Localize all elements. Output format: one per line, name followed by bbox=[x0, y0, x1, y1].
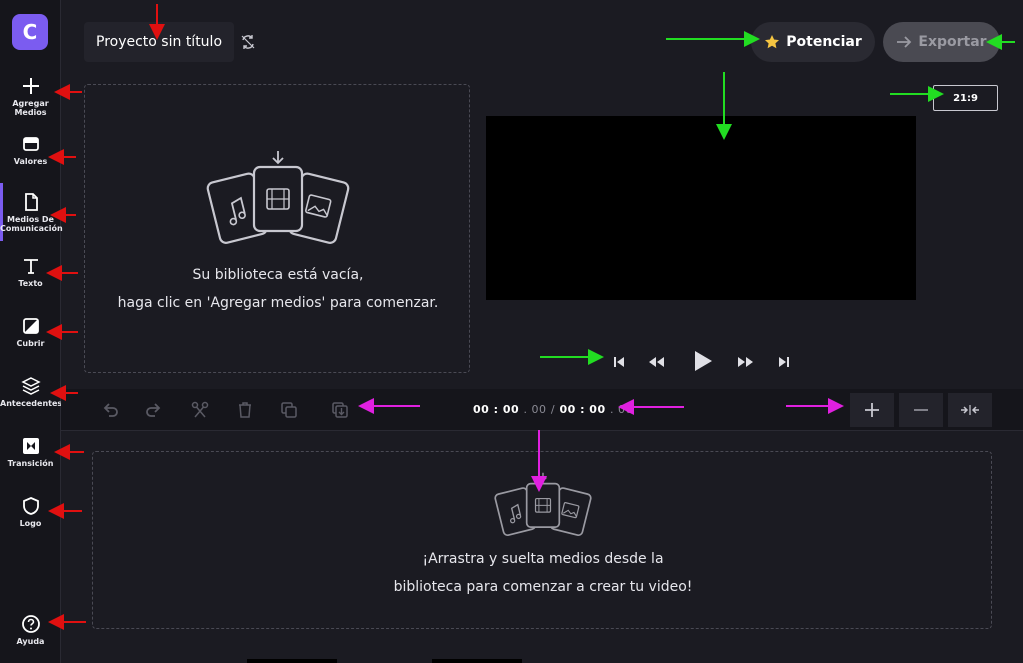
fit-icon bbox=[961, 405, 979, 415]
sidebar-item-antecedentes[interactable]: Antecedentes bbox=[0, 376, 63, 408]
project-title: Proyecto sin título bbox=[96, 34, 223, 50]
exportar-button[interactable]: Exportar bbox=[883, 22, 1000, 62]
play-icon[interactable] bbox=[692, 349, 714, 373]
sidebar-item-cubrir[interactable]: Cubrir bbox=[0, 316, 61, 348]
timecode-display: 00 : 00 . 00 / 00 : 00 . 00 bbox=[473, 403, 633, 416]
help-icon bbox=[21, 615, 40, 633]
potenciar-button[interactable]: Potenciar bbox=[751, 22, 875, 62]
skip-forward-icon[interactable] bbox=[777, 355, 791, 369]
sidebar-item-label: Antecedentes bbox=[0, 399, 63, 408]
plus-icon bbox=[22, 78, 39, 94]
sidebar-item-texto[interactable]: Texto bbox=[0, 256, 61, 288]
video-preview bbox=[486, 116, 916, 300]
sidebar-item-label: Texto bbox=[18, 279, 43, 288]
media-library-dropzone[interactable]: Su biblioteca está vacía, haga clic en '… bbox=[84, 84, 470, 373]
file-icon bbox=[24, 193, 38, 211]
sidebar-item-ayuda[interactable]: Ayuda bbox=[0, 614, 61, 646]
text-icon bbox=[23, 259, 38, 274]
rewind-icon[interactable] bbox=[647, 355, 665, 369]
split-icon[interactable] bbox=[191, 401, 209, 419]
media-illustration-icon bbox=[206, 151, 350, 244]
download-to-timeline-icon[interactable] bbox=[331, 401, 349, 419]
sidebar-item-label: Transición bbox=[7, 459, 54, 468]
sidebar-item-label: Ayuda bbox=[16, 637, 45, 646]
duplicate-icon[interactable] bbox=[280, 401, 298, 419]
sidebar-item-label: Logo bbox=[19, 519, 42, 528]
scroll-indicator bbox=[247, 659, 337, 663]
transition-icon bbox=[22, 438, 39, 454]
undo-icon[interactable] bbox=[101, 401, 119, 419]
sidebar-item-logo[interactable]: Logo bbox=[0, 496, 61, 528]
timeline-dropzone[interactable]: ¡Arrastra y suelta medios desde la bibli… bbox=[92, 451, 992, 629]
shield-icon bbox=[22, 497, 39, 515]
sidebar-item-valores[interactable]: Valores bbox=[0, 134, 61, 166]
sync-icon[interactable] bbox=[240, 34, 256, 50]
skip-back-icon[interactable] bbox=[612, 355, 626, 369]
app-logo[interactable]: C bbox=[12, 14, 48, 50]
aspect-ratio-button[interactable]: 21:9 bbox=[933, 85, 998, 111]
library-empty-message: Su biblioteca está vacía, haga clic en '… bbox=[117, 267, 439, 311]
timeline-empty-message: ¡Arrastra y suelta medios desde la bibli… bbox=[393, 551, 693, 595]
sidebar-item-agregar-medios[interactable]: Agregar Medios bbox=[0, 76, 61, 117]
fast-forward-icon[interactable] bbox=[737, 355, 755, 369]
sidebar-item-label: Cubrir bbox=[16, 339, 45, 348]
store-icon bbox=[22, 137, 39, 151]
zoom-out-button[interactable] bbox=[899, 393, 943, 427]
sidebar-item-label: Medios De Comunicación bbox=[0, 215, 63, 233]
sidebar-item-medios[interactable]: Medios De Comunicación bbox=[0, 192, 63, 233]
scroll-indicator bbox=[432, 659, 522, 663]
zoom-fit-button[interactable] bbox=[948, 393, 992, 427]
arrow-right-icon bbox=[897, 36, 912, 48]
sidebar: C Agregar Medios Valores Medios De Comun… bbox=[0, 0, 63, 663]
minus-icon bbox=[914, 409, 928, 411]
layers-icon bbox=[20, 377, 41, 395]
plus-icon bbox=[865, 403, 879, 417]
delete-icon[interactable] bbox=[236, 401, 254, 419]
sidebar-item-label: Valores bbox=[13, 157, 48, 166]
sidebar-item-label: Agregar Medios bbox=[12, 99, 49, 117]
overlay-icon bbox=[22, 318, 39, 334]
media-illustration-icon bbox=[494, 472, 592, 537]
star-icon bbox=[765, 35, 780, 49]
project-title-field[interactable]: Proyecto sin título bbox=[84, 22, 234, 62]
zoom-in-button[interactable] bbox=[850, 393, 894, 427]
sidebar-item-transicion[interactable]: Transición bbox=[0, 436, 61, 468]
redo-icon[interactable] bbox=[145, 401, 163, 419]
